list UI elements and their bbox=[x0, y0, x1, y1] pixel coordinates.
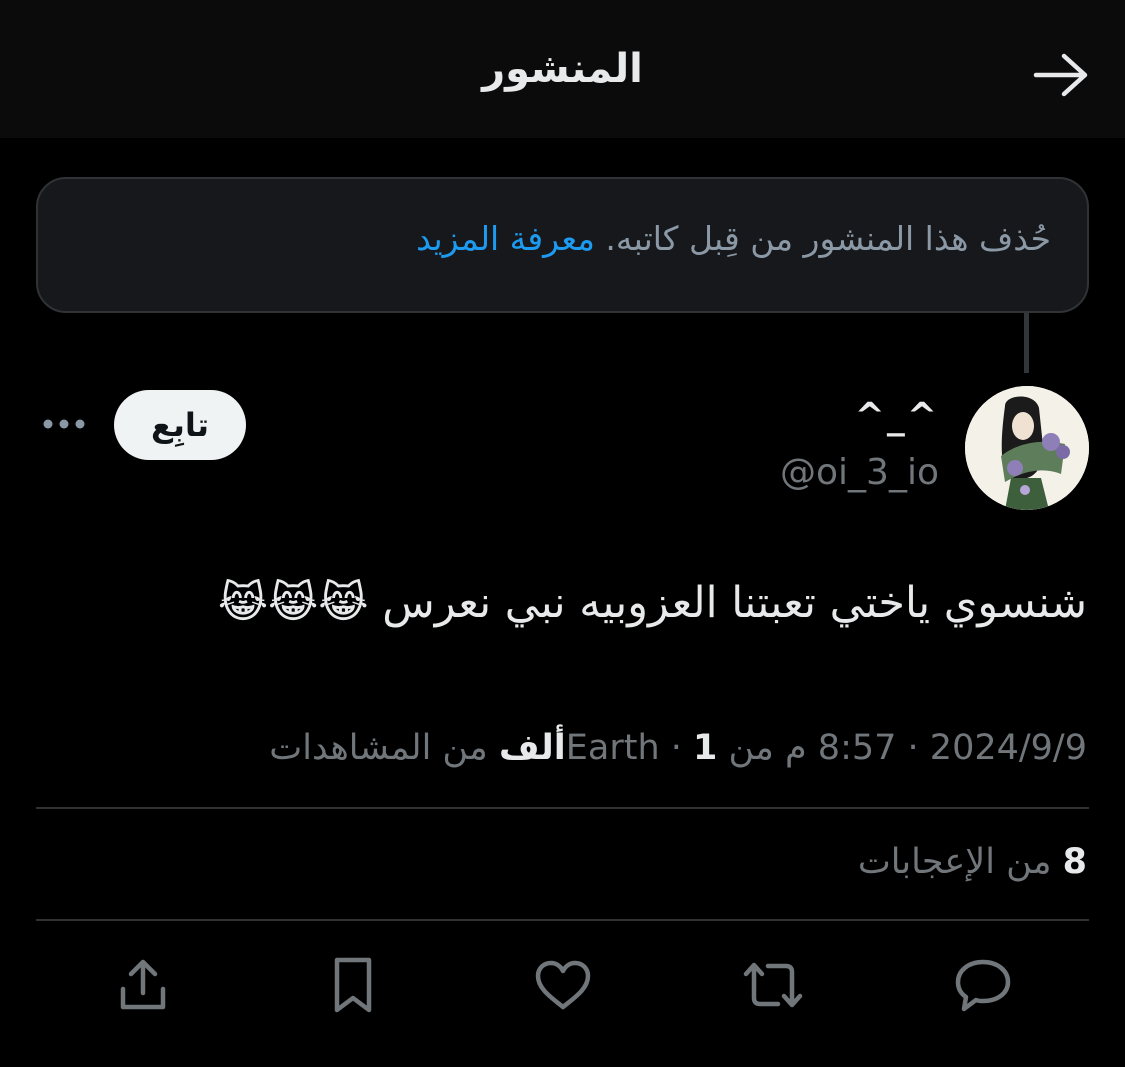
bookmark-button[interactable] bbox=[318, 950, 388, 1020]
views-label: من المشاهدات bbox=[269, 728, 499, 768]
avatar-illustration bbox=[965, 386, 1089, 510]
more-options-button[interactable] bbox=[38, 402, 90, 446]
display-name[interactable]: ^_^ bbox=[855, 396, 939, 437]
page-title: المنشور bbox=[482, 46, 643, 92]
likes-count: 8 bbox=[1062, 842, 1087, 882]
likes-label: من الإعجابات bbox=[857, 842, 1063, 882]
share-button[interactable] bbox=[108, 950, 178, 1020]
reply-button[interactable] bbox=[948, 950, 1018, 1020]
top-bar: المنشور bbox=[0, 0, 1125, 138]
more-dots-icon bbox=[43, 419, 85, 429]
divider bbox=[36, 807, 1089, 809]
notice-text: حُذف هذا المنشور من قِبل كاتبه. bbox=[594, 219, 1051, 258]
follow-button[interactable]: تابِع bbox=[114, 390, 246, 460]
bookmark-icon bbox=[334, 957, 372, 1013]
retweet-button[interactable] bbox=[738, 950, 808, 1020]
post-metadata: 2024/9/9 · 8:57 م من Earth · 1ألف من الم… bbox=[269, 728, 1087, 768]
reply-icon bbox=[955, 959, 1011, 1012]
user-handle[interactable]: @oi_3_io bbox=[780, 452, 939, 493]
like-icon bbox=[535, 960, 591, 1010]
arrow-right-icon bbox=[1033, 53, 1088, 97]
retweet-icon bbox=[743, 962, 803, 1008]
share-icon bbox=[120, 959, 166, 1010]
post-timestamp-source: 2024/9/9 · 8:57 م من Earth · bbox=[565, 728, 1087, 768]
avatar[interactable] bbox=[965, 386, 1089, 510]
deleted-post-notice: حُذف هذا المنشور من قِبل كاتبه. معرفة ال… bbox=[36, 177, 1089, 313]
thread-connector bbox=[1024, 313, 1029, 373]
back-button[interactable] bbox=[1031, 48, 1091, 102]
divider bbox=[36, 919, 1089, 921]
likes-summary[interactable]: 8 من الإعجابات bbox=[858, 842, 1087, 882]
like-button[interactable] bbox=[528, 950, 598, 1020]
post-body: شنسوي ياختي تعبتنا العزوبيه نبي نعرس 😹😹😹 bbox=[217, 578, 1087, 628]
learn-more-link[interactable]: معرفة المزيد bbox=[416, 219, 595, 258]
